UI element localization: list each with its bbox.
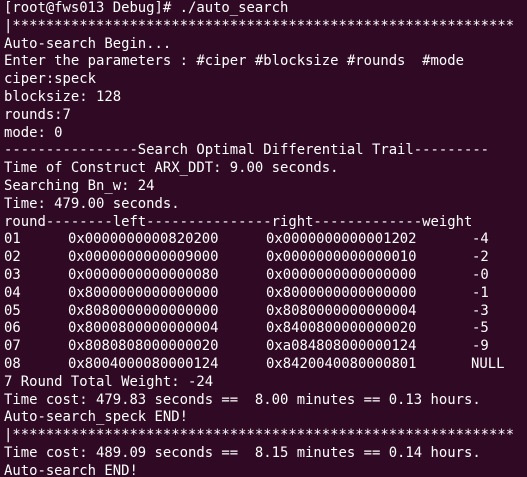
mode-value: mode: 0 <box>4 124 63 141</box>
total-weight: 7 Round Total Weight: -24 <box>4 373 214 390</box>
table-header: round--------left---------------right---… <box>4 213 473 230</box>
table-row: 07 0x8080808000000020 0xa084808000000124… <box>4 338 527 356</box>
separator-stars: |***************************************… <box>4 17 515 34</box>
right-cell: 0x8000000000000000 <box>266 284 417 301</box>
searching-status: Searching Bn_w: 24 <box>4 177 155 194</box>
right-cell: 0x0000000000001202 <box>266 231 417 248</box>
round-cell: 04 <box>4 284 21 301</box>
round-cell: 08 <box>4 355 21 372</box>
begin-message: Auto-search Begin... <box>4 35 172 52</box>
time-cost-total: Time cost: 489.09 seconds == 8.15 minute… <box>4 444 481 461</box>
parameters-prompt: Enter the parameters : #ciper #blocksize… <box>4 53 464 70</box>
left-cell: 0x8000000000000000 <box>68 284 219 301</box>
right-cell: 0x8420040080000801 <box>266 355 417 372</box>
right-cell: 0x8080000000000004 <box>266 302 417 319</box>
speck-end-message: Auto-search_speck END! <box>4 409 188 426</box>
round-cell: 03 <box>4 266 21 283</box>
weight-cell: -0 <box>472 266 489 283</box>
right-cell: 0xa084808000000124 <box>266 338 417 355</box>
weight-cell: -3 <box>472 302 489 319</box>
left-cell: 0x0000000000009000 <box>68 249 219 266</box>
terminal-window[interactable]: [root@fws013 Debug]# ./auto_search |****… <box>0 0 527 477</box>
weight-cell: -1 <box>472 284 489 301</box>
table-row: 02 0x0000000000009000 0x0000000000000010… <box>4 249 527 267</box>
separator-stars: |***************************************… <box>4 427 515 444</box>
time-cost-speck: Time cost: 479.83 seconds == 8.00 minute… <box>4 391 481 408</box>
round-cell: 01 <box>4 231 21 248</box>
table-row: 08 0x8004000080000124 0x8420040080000801… <box>4 356 527 374</box>
cipher-value: ciper:speck <box>4 71 96 88</box>
table-row: 03 0x0000000000000080 0x0000000000000000… <box>4 267 527 285</box>
construct-time: Time of Construct ARX_DDT: 9.00 seconds. <box>4 160 339 177</box>
round-cell: 02 <box>4 249 21 266</box>
left-cell: 0x8000800000000004 <box>68 320 219 337</box>
shell-prompt-line: [root@fws013 Debug]# ./auto_search <box>4 0 289 16</box>
blocksize-value: blocksize: 128 <box>4 88 122 105</box>
end-message: Auto-search END! <box>4 462 138 477</box>
weight-cell: -4 <box>472 231 489 248</box>
weight-cell: -9 <box>472 338 489 355</box>
round-cell: 07 <box>4 338 21 355</box>
left-cell: 0x8004000080000124 <box>68 355 219 372</box>
rounds-value: rounds:7 <box>4 106 71 123</box>
trail-table: 01 0x0000000000820200 0x0000000000001202… <box>4 231 527 373</box>
right-cell: 0x0000000000000000 <box>266 266 417 283</box>
table-row: 05 0x8080000000000000 0x8080000000000004… <box>4 303 527 321</box>
table-row: 06 0x8000800000000004 0x8400800000000020… <box>4 320 527 338</box>
left-cell: 0x0000000000000080 <box>68 266 219 283</box>
left-cell: 0x0000000000820200 <box>68 231 219 248</box>
weight-cell: -2 <box>472 249 489 266</box>
section-title: ----------------Search Optimal Different… <box>4 142 490 159</box>
right-cell: 0x8400800000000020 <box>266 320 417 337</box>
left-cell: 0x8080808000000020 <box>68 338 219 355</box>
weight-cell: -5 <box>472 320 489 337</box>
table-row: 01 0x0000000000820200 0x0000000000001202… <box>4 231 527 249</box>
table-row: 04 0x8000000000000000 0x8000000000000000… <box>4 285 527 303</box>
round-cell: 05 <box>4 302 21 319</box>
left-cell: 0x8080000000000000 <box>68 302 219 319</box>
weight-cell: NULL <box>471 355 505 372</box>
right-cell: 0x0000000000000010 <box>266 249 417 266</box>
search-time: Time: 479.00 seconds. <box>4 195 180 212</box>
round-cell: 06 <box>4 320 21 337</box>
